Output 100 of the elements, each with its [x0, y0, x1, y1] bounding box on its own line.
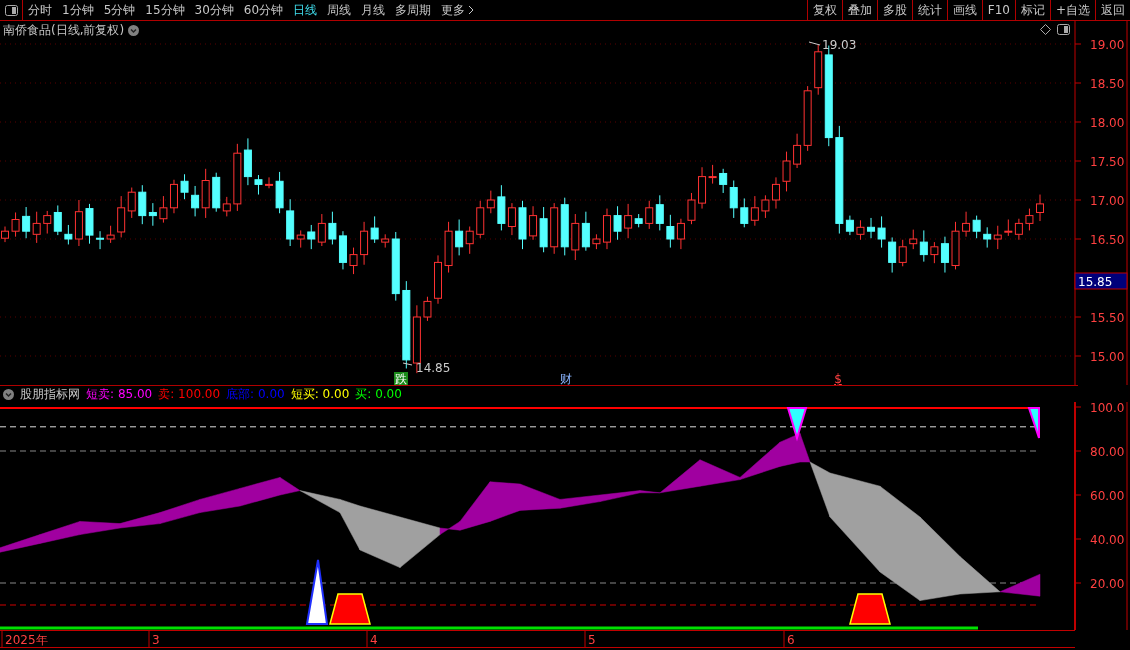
candlestick: [877, 215, 886, 249]
candlestick: [603, 208, 611, 250]
candlestick: [338, 230, 347, 270]
indicator-axis-label: 60.00: [1090, 489, 1125, 503]
candlestick: [983, 226, 992, 249]
period-tab[interactable]: 30分钟: [189, 0, 239, 20]
period-tab[interactable]: 多周期: [390, 0, 437, 20]
candlestick: [529, 205, 538, 241]
date-axis-label: 5: [588, 633, 596, 647]
toolbar-button[interactable]: 复权: [806, 0, 842, 20]
period-tab[interactable]: 日线: [288, 0, 323, 20]
price-axis-label: 18.50: [1090, 77, 1125, 91]
more-menu[interactable]: 更多: [441, 1, 466, 19]
candlestick: [32, 211, 41, 244]
current-price-tag: 15.85: [1074, 272, 1128, 290]
candlestick: [497, 184, 506, 231]
dropdown-icon[interactable]: [128, 25, 140, 36]
candlestick: [867, 217, 875, 239]
date-axis-label: 6: [787, 633, 795, 647]
period-tab[interactable]: 60分钟: [238, 0, 289, 20]
toolbar-button[interactable]: 叠加: [841, 0, 877, 20]
toolbar-button[interactable]: 标记: [1014, 0, 1050, 20]
toolbar-button[interactable]: 返回: [1095, 0, 1130, 20]
price-axis-label: 18.00: [1090, 116, 1125, 130]
period-tab[interactable]: 月线: [356, 0, 391, 20]
price-axis-label: 16.50: [1090, 233, 1125, 247]
candlestick: [159, 195, 168, 224]
toolbar-button[interactable]: +自选: [1049, 0, 1095, 20]
event-marker[interactable]: $: [834, 372, 842, 385]
candlestick: [898, 239, 907, 267]
candlestick: [96, 230, 105, 250]
candlestick: [43, 210, 52, 235]
event-marker[interactable]: 跌: [394, 372, 408, 385]
candlestick: [465, 226, 474, 255]
indicator-reading: 卖: 100.00: [158, 385, 221, 403]
candlestick: [117, 195, 126, 238]
panel-toggle-icon[interactable]: [1057, 24, 1070, 35]
candlestick: [750, 195, 759, 227]
indicator-reading: 买: 0.00: [355, 385, 402, 403]
toolbar-button[interactable]: 统计: [911, 0, 947, 20]
indicator-reading: 底部: 0.00: [226, 385, 285, 403]
candlestick: [1004, 219, 1013, 237]
candlestick: [444, 221, 453, 274]
date-axis-label: 2025年: [5, 633, 48, 647]
trapezoid-signal-icon: [849, 593, 891, 625]
indicator-axis-label: 40.00: [1090, 533, 1125, 547]
dropdown-icon[interactable]: [3, 388, 14, 400]
period-tab[interactable]: 5分钟: [98, 0, 141, 20]
candlestick: [434, 254, 442, 305]
candlestick: [645, 200, 654, 230]
candlestick: [1025, 208, 1034, 231]
chevron-right-icon[interactable]: [468, 5, 475, 15]
candlestick: [507, 202, 516, 236]
toolbar-button[interactable]: 多股: [876, 0, 912, 20]
indicator-reading: 短买: 0.00: [290, 385, 350, 403]
candlestick: [180, 173, 189, 200]
candlestick: [782, 151, 791, 192]
candlestick: [11, 212, 20, 238]
toolbar-button[interactable]: 画线: [946, 0, 982, 20]
candlestick: [856, 219, 865, 241]
chart-title: 南侨食品(日线,前复权): [3, 22, 125, 39]
date-axis-label: 4: [370, 633, 378, 647]
candlestick: [539, 206, 548, 253]
price-axis-label: 15.00: [1090, 350, 1125, 364]
indicator-name: 股朋指标网: [20, 385, 80, 403]
candlestick: [1036, 194, 1044, 222]
candlestick: [655, 194, 664, 231]
triangle-signal-icon: [1027, 407, 1040, 439]
low-price-label: 14.85: [416, 361, 451, 375]
diamond-icon[interactable]: [1040, 24, 1051, 35]
period-tab[interactable]: 1分钟: [57, 0, 99, 20]
candlestick: [349, 247, 358, 275]
candlestick: [761, 194, 770, 219]
toolbar-button[interactable]: F10: [981, 0, 1015, 20]
panel-toggle-icon[interactable]: [4, 4, 18, 16]
candlestick: [962, 211, 971, 238]
leader-line: [808, 41, 821, 46]
candlestick: [22, 206, 31, 239]
indicator-reading: 短卖: 85.00: [86, 385, 153, 403]
spike-signal-icon: [305, 559, 329, 625]
indicator-axis-label: 80.00: [1090, 445, 1125, 459]
candlestick: [613, 205, 622, 241]
event-marker[interactable]: 财: [560, 372, 572, 385]
candlestick: [740, 197, 749, 228]
indicator-axis-label: 20.00: [1090, 577, 1125, 591]
triangle-signal-icon: [786, 407, 808, 442]
period-tab[interactable]: 15分钟: [140, 0, 190, 20]
trapezoid-signal-icon: [329, 593, 371, 625]
candlestick: [581, 211, 590, 252]
candlestick: [455, 219, 464, 256]
period-tab[interactable]: 分时: [23, 0, 57, 20]
candlestick: [254, 174, 263, 196]
candlestick: [53, 204, 62, 236]
candlestick: [170, 179, 178, 214]
candlestick: [571, 213, 580, 261]
candlestick: [85, 203, 94, 245]
candlestick: [771, 176, 780, 210]
candlestick: [888, 236, 897, 274]
candlestick: [666, 214, 675, 249]
period-tab[interactable]: 周线: [322, 0, 357, 20]
